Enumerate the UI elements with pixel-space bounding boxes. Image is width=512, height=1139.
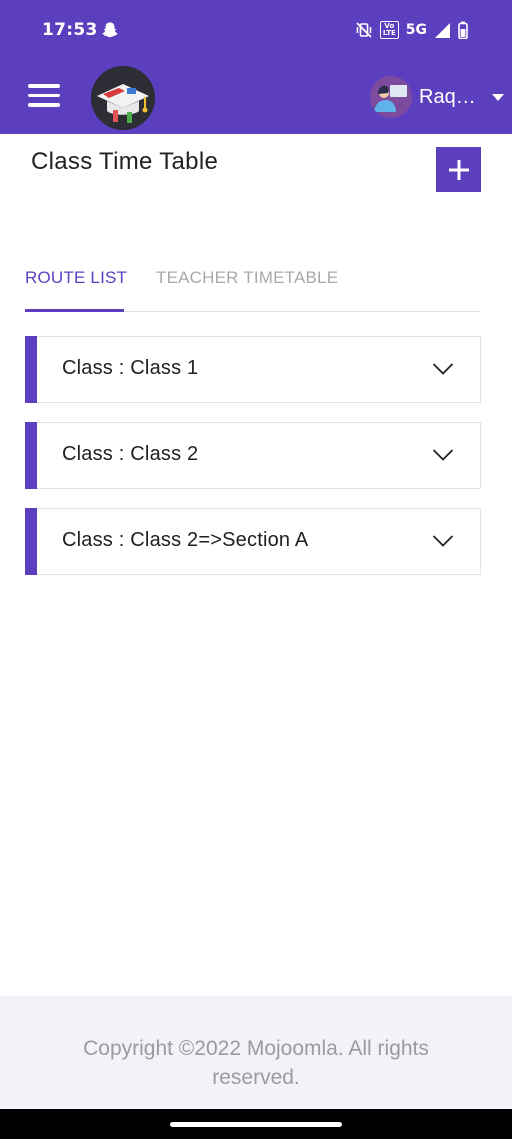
class-accordion-item[interactable]: Class : Class 1 <box>25 336 481 403</box>
chevron-down-icon[interactable] <box>432 534 454 548</box>
volte-icon: Vo LTE <box>379 21 399 39</box>
class-label: Class : Class 2 <box>62 443 199 465</box>
accordion-accent-bar <box>25 508 37 575</box>
class-accordion-item[interactable]: Class : Class 2 <box>25 422 481 489</box>
status-time: 17:53 <box>42 20 98 40</box>
copyright-text: Copyright ©2022 Mojoomla. All rights res… <box>83 1037 429 1089</box>
user-name: Raq… <box>419 85 476 108</box>
hamburger-menu-icon[interactable] <box>28 84 60 108</box>
battery-icon <box>458 21 468 39</box>
add-timetable-button[interactable] <box>436 147 481 192</box>
accordion-accent-bar <box>25 422 37 489</box>
class-accordion-item[interactable]: Class : Class 2=>Section A <box>25 508 481 575</box>
accordion-accent-bar <box>25 336 37 403</box>
active-tab-indicator <box>25 309 124 312</box>
graduation-cap-icon <box>91 66 155 130</box>
footer: Copyright ©2022 Mojoomla. All rights res… <box>0 996 512 1109</box>
network-type: 5G <box>405 22 427 38</box>
system-navigation-bar <box>0 1109 512 1139</box>
status-bar: 17:53 Vo LTE 5G <box>0 0 512 60</box>
class-label: Class : Class 1 <box>62 357 199 379</box>
chevron-down-icon[interactable] <box>432 362 454 376</box>
phone-screen: 17:53 Vo LTE 5G Raq… Class Time Table RO… <box>0 0 512 1139</box>
timetable-tabs: ROUTE LIST TEACHER TIMETABLE <box>25 262 481 312</box>
app-bar: 17:53 Vo LTE 5G Raq… <box>0 0 512 134</box>
page-title: Class Time Table <box>31 148 219 175</box>
home-gesture-handle[interactable] <box>170 1122 342 1127</box>
user-avatar <box>370 76 412 118</box>
status-icons: Vo LTE 5G <box>355 19 468 41</box>
user-menu[interactable]: Raq… <box>370 76 504 118</box>
tab-route-list[interactable]: ROUTE LIST <box>25 268 127 288</box>
vibrate-off-icon <box>356 22 372 38</box>
school-logo[interactable] <box>91 66 155 130</box>
signal-icon <box>435 22 450 38</box>
caret-down-icon <box>491 93 504 101</box>
chevron-down-icon[interactable] <box>432 448 454 462</box>
class-label: Class : Class 2=>Section A <box>62 529 309 551</box>
snapchat-icon <box>102 22 118 38</box>
tab-teacher-timetable[interactable]: TEACHER TIMETABLE <box>156 268 338 288</box>
